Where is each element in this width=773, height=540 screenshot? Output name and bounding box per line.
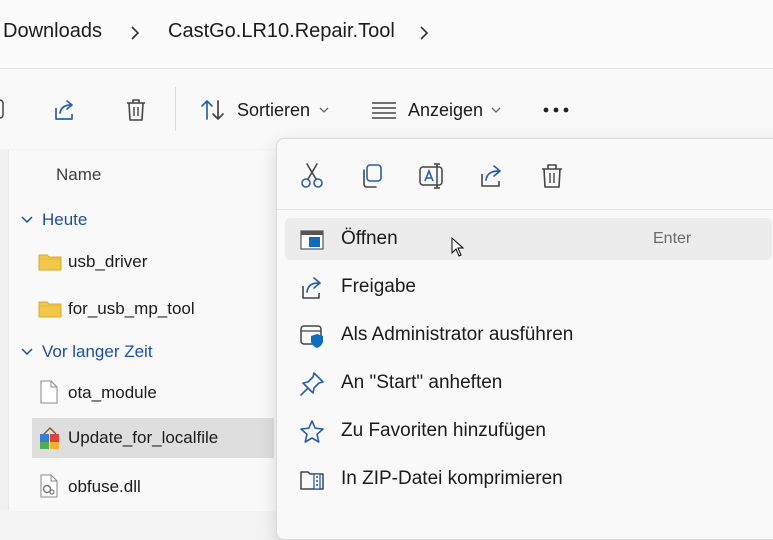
menu-item-share[interactable]: Freigabe [285,266,772,308]
view-button[interactable]: Anzeigen [408,100,483,121]
view-icon[interactable] [371,100,397,120]
delete-icon[interactable] [537,161,567,191]
menu-item-label: Freigabe [341,276,416,297]
chevron-down-icon[interactable] [20,215,34,225]
folder-icon [38,301,62,318]
menu-item-label: Zu Favoriten hinzufügen [341,420,546,441]
folder-icon [38,254,62,271]
menu-item-shortcut: Enter [653,230,692,247]
file-list: Name Heute usb_driver for_usb_mp_tool Vo… [0,150,290,511]
dll-icon [40,474,58,498]
nav-pane-edge [0,150,9,511]
group-label: Vor langer Zeit [42,342,153,361]
open-icon [300,230,324,250]
mouse-cursor-icon [451,237,465,257]
pin-icon [300,372,324,396]
list-item[interactable]: for_usb_mp_tool [32,289,274,329]
cut-icon[interactable] [297,161,327,191]
installer-icon [40,427,59,449]
paste-icon[interactable] [0,97,6,121]
toolbar-divider [175,87,176,131]
menu-item-pin-to-start[interactable]: An "Start" anheften [285,362,772,404]
file-name: Update_for_localfile [68,428,219,447]
more-icon[interactable] [542,105,572,115]
star-icon [300,420,324,443]
file-name: ota_module [68,383,157,402]
chevron-down-icon[interactable] [490,105,502,115]
menu-item-open[interactable]: Öffnen Enter [285,218,772,260]
group-label: Heute [42,210,88,229]
breadcrumb-folder[interactable]: CastGo.LR10.Repair.Tool [168,20,395,43]
chevron-down-icon[interactable] [20,347,34,357]
trash-icon[interactable] [124,97,148,123]
column-header-name[interactable]: Name [56,165,101,185]
share-icon[interactable] [477,161,507,191]
group-header-vor-langer-zeit[interactable]: Vor langer Zeit [20,342,153,362]
share-icon [302,277,321,299]
menu-item-label: Als Administrator ausführen [341,324,574,345]
menu-item-add-favorites[interactable]: Zu Favoriten hinzufügen [285,410,772,452]
menu-item-compress-zip[interactable]: In ZIP-Datei komprimieren [285,458,772,500]
chevron-right-icon[interactable] [125,21,145,45]
group-header-heute[interactable]: Heute [20,210,87,230]
list-item[interactable]: ota_module [32,373,274,413]
command-bar: Sortieren Anzeigen [0,69,773,149]
sort-icon[interactable] [199,98,227,122]
menu-item-label: Öffnen [341,228,398,249]
file-name: obfuse.dll [68,477,141,496]
shield-icon [300,325,323,348]
breadcrumb-downloads[interactable]: Downloads [3,20,102,43]
menu-item-run-as-admin[interactable]: Als Administrator ausführen [285,314,772,356]
share-icon[interactable] [52,98,78,122]
list-item[interactable]: obfuse.dll [32,467,274,507]
list-item-selected[interactable]: Update_for_localfile [32,418,274,458]
menu-item-label: An "Start" anheften [341,372,503,393]
menu-item-label: In ZIP-Datei komprimieren [341,468,563,489]
context-menu-quick-actions [277,139,773,210]
file-name: for_usb_mp_tool [68,299,195,318]
zip-icon [300,471,324,490]
context-menu: Öffnen Enter Freigabe Als Administrator … [276,138,773,540]
sort-button[interactable]: Sortieren [237,100,310,121]
chevron-down-icon[interactable] [318,105,330,115]
list-item[interactable]: usb_driver [32,242,274,282]
file-name: usb_driver [68,252,148,271]
rename-icon[interactable] [417,161,447,191]
file-icon [40,380,58,404]
breadcrumb: Downloads CastGo.LR10.Repair.Tool [0,0,773,69]
copy-icon[interactable] [357,161,387,191]
chevron-right-icon[interactable] [414,21,434,45]
